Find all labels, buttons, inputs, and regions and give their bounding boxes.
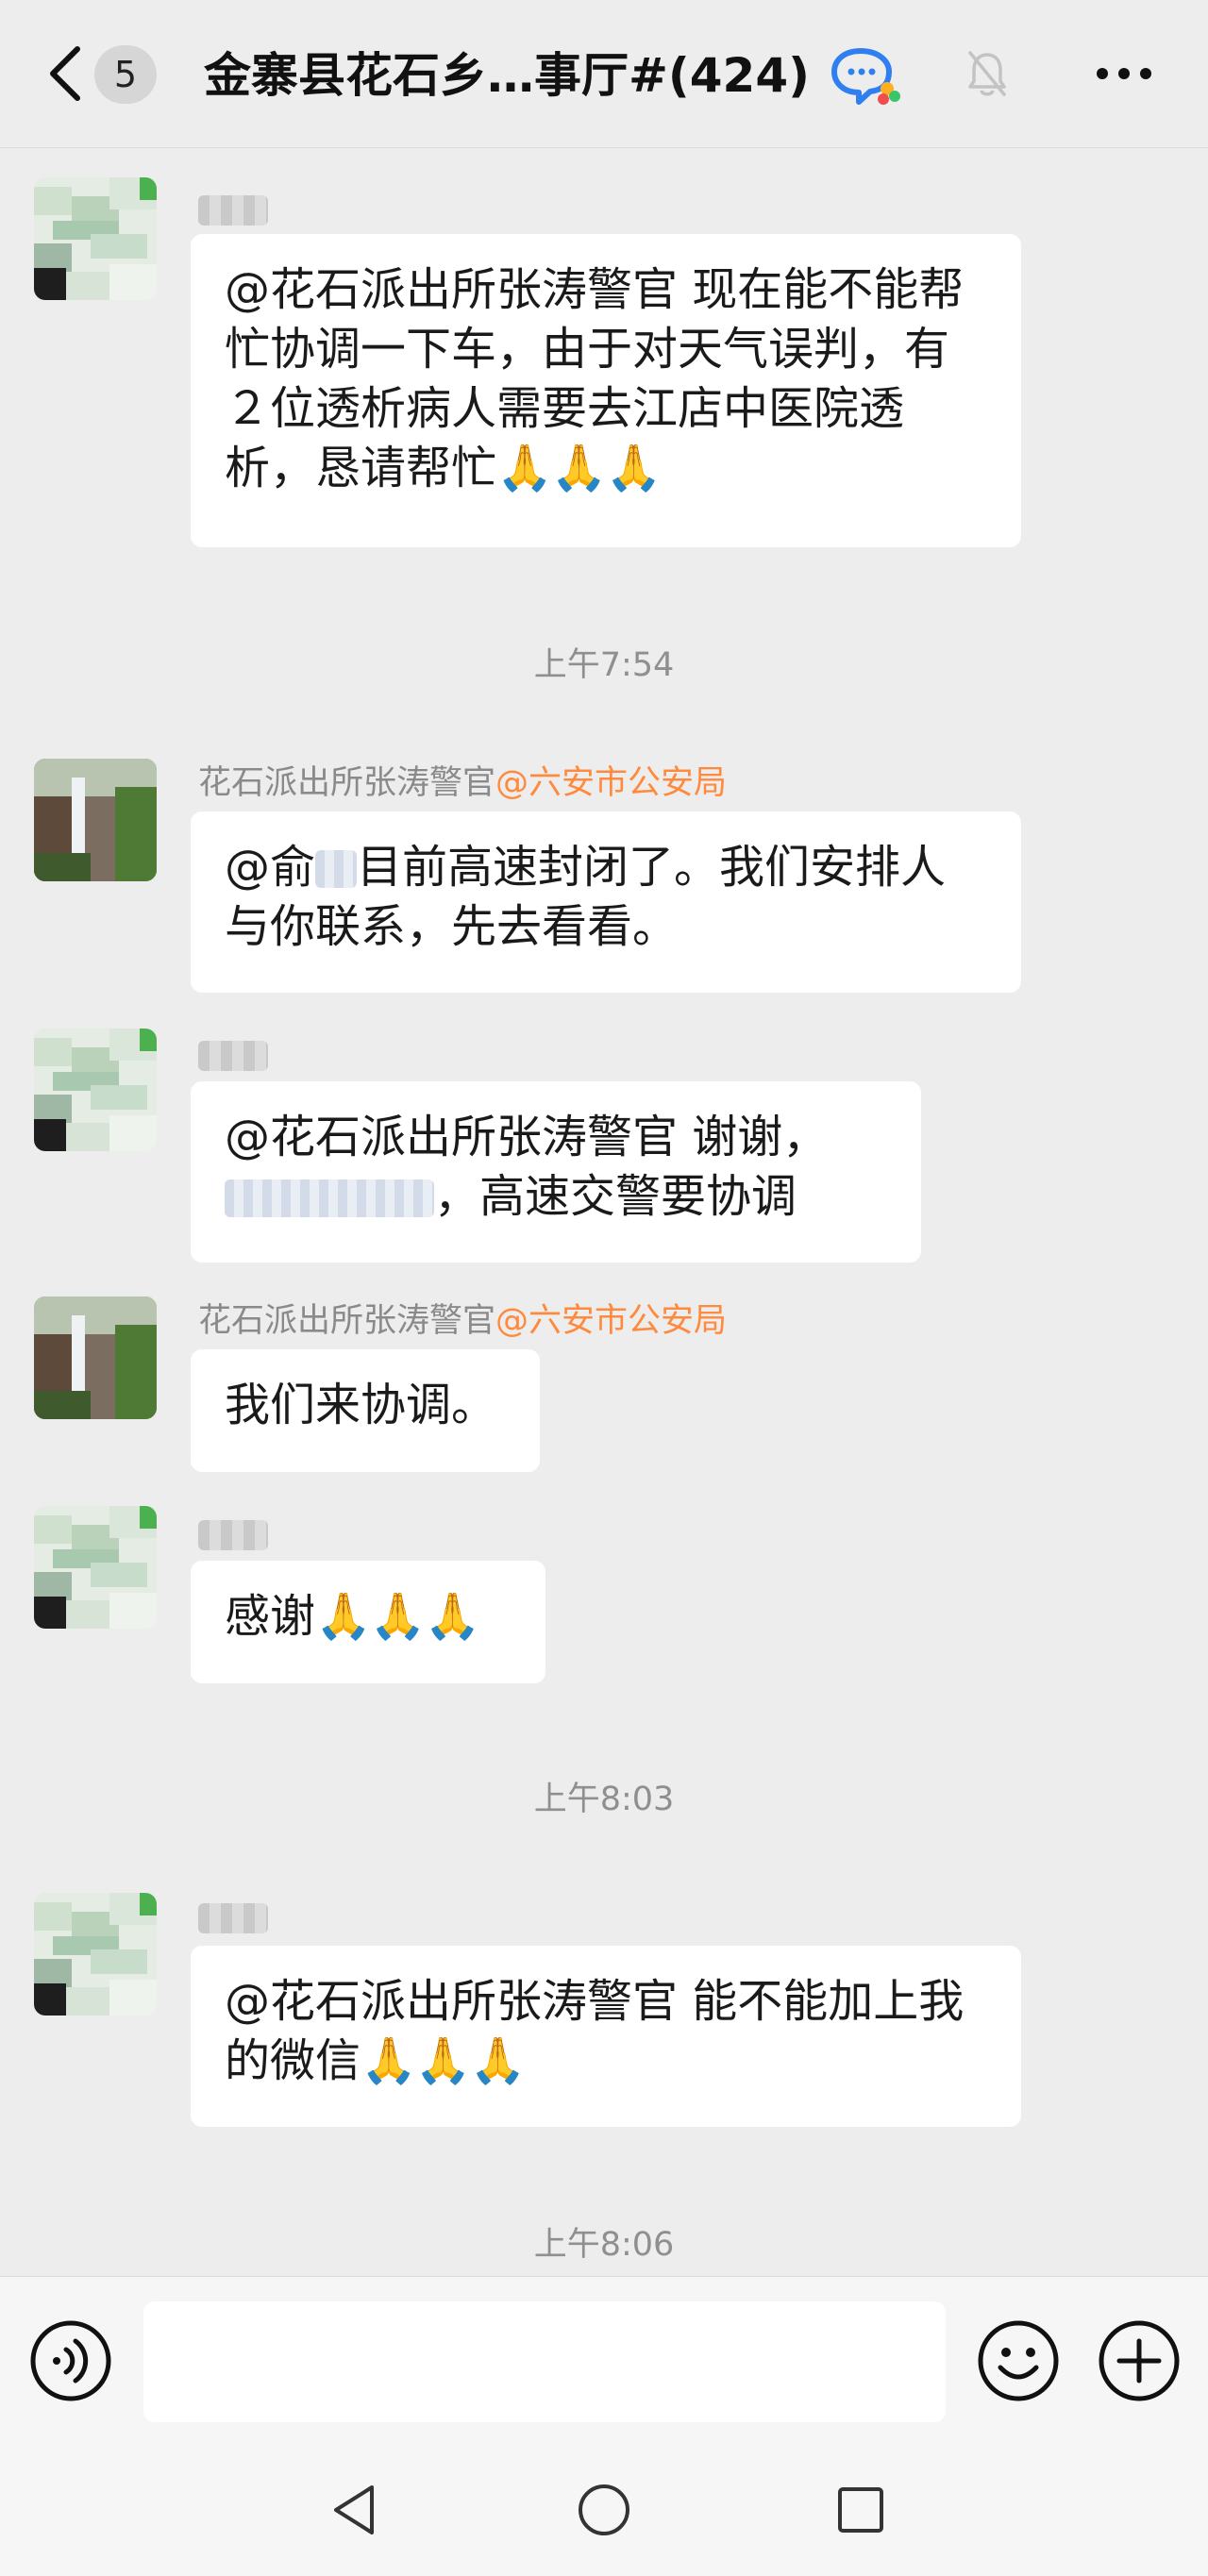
message-bubble[interactable]: 感谢🙏🙏🙏: [191, 1561, 545, 1683]
nav-back-icon[interactable]: [325, 2480, 385, 2540]
sender-name: [198, 1893, 268, 1942]
nav-home-icon[interactable]: [574, 2480, 634, 2540]
emoji-icon[interactable]: [976, 2318, 1061, 2403]
sender-name: 花石派出所张涛警官@六安市公安局: [198, 759, 727, 808]
timestamp: 上午7:54: [533, 646, 675, 684]
blurred-name: [198, 1520, 268, 1550]
message-text: ，高速交警要协调: [434, 1170, 797, 1223]
pray-emoji: 🙏🙏🙏: [496, 442, 662, 494]
pray-emoji: 🙏🙏🙏: [361, 2034, 526, 2087]
blurred-text: [315, 850, 358, 888]
sender-name-text: 花石派出所张涛警官: [198, 1302, 496, 1340]
message-input[interactable]: [143, 2301, 946, 2422]
input-bar: [0, 2276, 1208, 2447]
blurred-name: [198, 1903, 268, 1933]
message-bubble[interactable]: @花石派出所张涛警官 谢谢， ，高速交警要协调: [191, 1081, 921, 1263]
chat-title: 金寨县花石乡…事厅#(424): [204, 48, 810, 103]
timestamp: 上午8:06: [533, 2226, 675, 2264]
sender-name: [198, 1030, 268, 1079]
nav-recent-icon[interactable]: [830, 2480, 891, 2540]
timestamp: 上午8:03: [533, 1781, 675, 1818]
chevron-left-icon[interactable]: [45, 43, 87, 104]
message-text: 我们来协调。: [225, 1379, 497, 1431]
blurred-phone-number: [225, 1179, 434, 1217]
sender-org-tag: @六安市公安局: [495, 764, 728, 802]
message-text: @花石派出所张涛警官 谢谢，: [225, 1111, 829, 1163]
message-bubble[interactable]: 我们来协调。: [191, 1349, 540, 1472]
unread-count-badge[interactable]: 5: [94, 45, 157, 104]
message-text: @花石派出所张涛警官 能不能加上我的微信: [225, 1975, 965, 2087]
voice-icon[interactable]: [28, 2318, 113, 2403]
message-bubble[interactable]: @俞 目前高速封闭了。我们安排人与你联系，先去看看。: [191, 811, 1021, 993]
avatar[interactable]: [34, 177, 157, 300]
group-chat-icon[interactable]: [830, 45, 902, 106]
avatar[interactable]: [34, 1893, 157, 2016]
plus-icon[interactable]: [1097, 2318, 1182, 2403]
chat-header: 5 金寨县花石乡…事厅#(424): [0, 0, 1208, 148]
sender-name-text: 花石派出所张涛警官: [198, 764, 496, 802]
avatar[interactable]: [34, 1029, 157, 1151]
more-icon[interactable]: [1095, 66, 1153, 81]
system-nav-bar: [0, 2446, 1208, 2576]
avatar[interactable]: [34, 1506, 157, 1629]
avatar[interactable]: [34, 759, 157, 881]
message-bubble[interactable]: @花石派出所张涛警官 能不能加上我的微信🙏🙏🙏: [191, 1946, 1021, 2127]
blurred-name: [198, 195, 268, 226]
avatar[interactable]: [34, 1296, 157, 1419]
pray-emoji: 🙏🙏🙏: [315, 1590, 480, 1643]
message-text: 感谢: [225, 1590, 316, 1643]
muted-bell-icon[interactable]: [966, 49, 1008, 98]
sender-name: [198, 1510, 268, 1559]
message-bubble[interactable]: @花石派出所张涛警官 现在能不能帮忙协调一下车，由于对天气误判，有２位透析病人需…: [191, 234, 1021, 547]
blurred-name: [198, 1041, 268, 1071]
sender-name: 花石派出所张涛警官@六安市公安局: [198, 1296, 727, 1346]
sender-org-tag: @六安市公安局: [495, 1302, 728, 1340]
mention-text: @俞: [225, 841, 316, 894]
sender-name: [198, 185, 268, 234]
